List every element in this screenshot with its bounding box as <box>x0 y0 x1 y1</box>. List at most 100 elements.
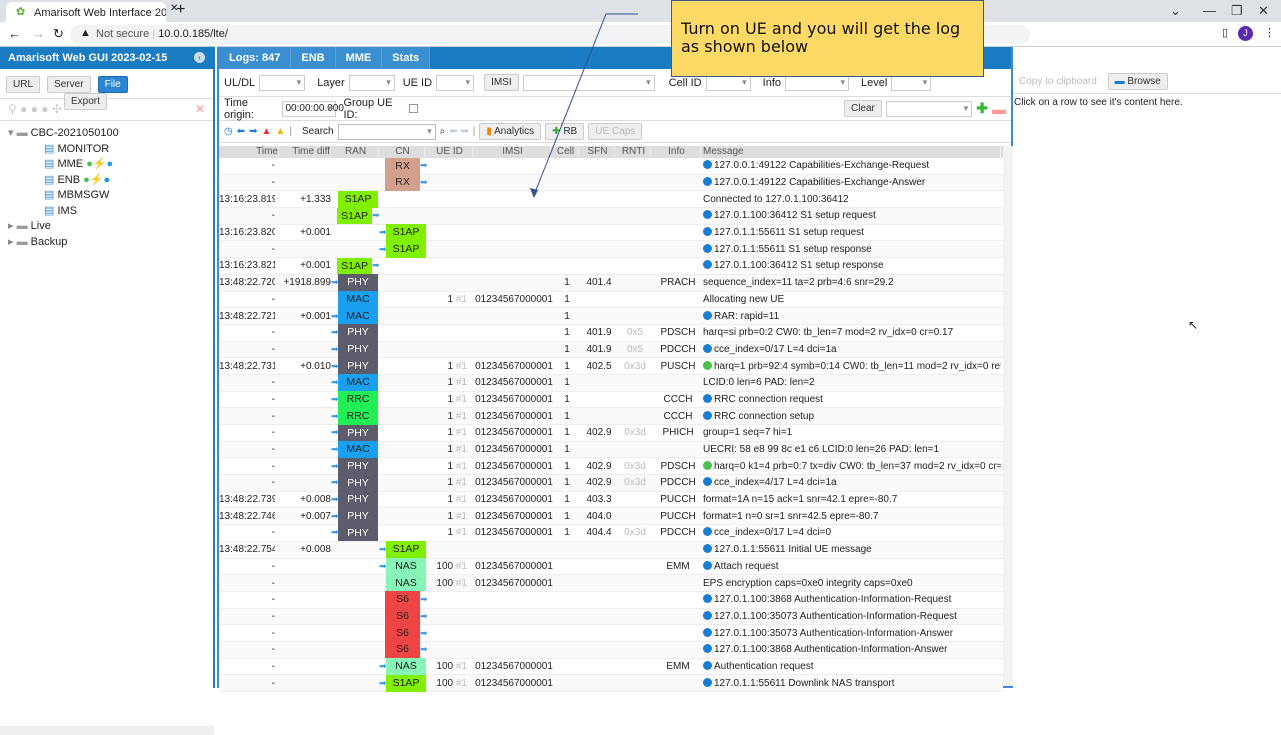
delete-icon[interactable]: ✕ <box>195 102 205 116</box>
ueid-select[interactable] <box>436 74 475 91</box>
table-row[interactable]: - ➡ RRC 1 #1 01234567000001 1 CCCH RRC connecti… <box>219 407 1003 425</box>
column-header[interactable]: RAN <box>331 146 379 158</box>
uecaps-button[interactable]: UE Caps <box>588 123 643 140</box>
column-header[interactable]: SFN <box>579 146 615 158</box>
sidepanel-icon[interactable]: ▯ <box>1222 26 1228 39</box>
table-row[interactable]: - S6 ➡ 127.0.1.100:3868 Authentication-Inf… <box>219 641 1003 659</box>
table-row[interactable]: - ➡ PHY 1 401.9 0x5 PDSCH harq=si prb=0:2 CW0:… <box>219 324 1003 342</box>
table-row[interactable]: 13:48:22.754 +0.008 ➡ S1AP 127.0.1.1:55611 … <box>219 541 1003 559</box>
tab-enb[interactable]: ENB <box>291 47 336 69</box>
filter-preset-select[interactable] <box>885 100 973 117</box>
table-row[interactable]: - RX ➡ 127.0.0.1:49122 Capabilities-Exchan… <box>219 174 1003 192</box>
table-row[interactable]: - MAC 1 #1 01234567000001 1 Allocating new UE <box>219 291 1003 309</box>
tree-item[interactable]: ▤ MME ●⚡● <box>0 156 213 172</box>
browser-tab[interactable]: ✿ Amarisoft Web Interface 2023-02 <box>6 2 166 22</box>
table-row[interactable]: 13:48:22.721 +0.001 ➡ MAC 1 RAR: rapid=11 <box>219 307 1003 325</box>
tab-logs[interactable]: Logs: 847 <box>219 47 292 69</box>
table-row[interactable]: - ➡ MAC 1 #1 01234567000001 1 LCID:0 len=6 PAD… <box>219 374 1003 392</box>
table-row[interactable]: 13:48:22.739 +0.008 ➡ PHY 1 #1 01234567000001… <box>219 491 1003 509</box>
column-header[interactable]: Cell <box>551 146 579 158</box>
warn-icon[interactable]: ▲ <box>275 126 285 137</box>
time-origin-input[interactable]: 00:00:00.000 <box>281 100 344 117</box>
table-row[interactable]: - ➡ PHY 1 #1 01234567000001 1 402.9 0x3d PDCCH cc… <box>219 474 1003 492</box>
export-button[interactable]: Export <box>64 93 107 110</box>
tree-item[interactable]: ▸ ▬ Backup <box>0 234 213 250</box>
tab-stats[interactable]: Stats <box>382 47 431 69</box>
table-row[interactable]: 13:16:23.819 +1.333 S1AP Connected to 127.… <box>219 190 1003 209</box>
binoculars-icon[interactable]: ⌕ <box>440 126 446 137</box>
next-icon[interactable]: ➡ <box>249 126 257 137</box>
clock-icon[interactable]: ◷ <box>224 126 233 137</box>
imsi-button[interactable]: IMSI <box>484 74 519 91</box>
error-icon[interactable]: ▲ <box>262 126 272 137</box>
table-row[interactable]: - ➡ PHY 1 401.9 0x5 PDCCH cce_index=0/17 L=4 d… <box>219 341 1003 359</box>
table-row[interactable]: - ➡ PHY 1 #1 01234567000001 1 402.9 0x3d PDSCH ha… <box>219 457 1003 476</box>
table-row[interactable]: - S6 ➡ 127.0.1.100:35073 Authentication-In… <box>219 608 1003 626</box>
expand-icon[interactable]: ▸ <box>8 220 17 232</box>
table-row[interactable]: - ➡ PHY 1 #1 01234567000001 1 402.9 0x3d PHICH gr… <box>219 424 1003 442</box>
vertical-scrollbar[interactable] <box>1003 146 1013 686</box>
browse-button[interactable]: ▬ Browse <box>1107 73 1168 90</box>
column-header[interactable]: RNTI <box>615 146 651 158</box>
file-button[interactable]: File <box>97 76 128 93</box>
table-row[interactable]: - ➡ MAC 1 #1 01234567000001 1 UECRI: 58 e8 99 … <box>219 441 1003 459</box>
server-button[interactable]: Server <box>47 76 91 93</box>
avatar[interactable]: J <box>1238 26 1253 41</box>
clear-button[interactable]: Clear <box>843 100 882 117</box>
table-row[interactable]: - ➡ NAS 100 #1 01234567000001 EMM Authenticati… <box>219 658 1003 676</box>
new-tab-button[interactable]: + <box>176 1 185 19</box>
analytics-button[interactable]: ▮ Analytics <box>479 123 542 140</box>
search-input[interactable] <box>337 123 436 140</box>
table-row[interactable]: 13:16:23.820 +0.001 ➡ S1AP 127.0.1.1:55611 … <box>219 224 1003 242</box>
tab-search-icon[interactable]: ⌄ <box>1170 3 1181 19</box>
url-button[interactable]: URL <box>6 76 41 93</box>
table-row[interactable]: - NAS 100 #1 01234567000001 EPS encryption c… <box>219 574 1003 592</box>
prev-icon[interactable]: ⬅ <box>237 126 245 137</box>
column-header[interactable]: Info <box>651 146 701 158</box>
table-row[interactable]: 13:48:22.720 +1918.899 ➡ PHY 1 401.4 PRACH seq… <box>219 274 1003 292</box>
column-header[interactable]: Time diff <box>279 146 331 158</box>
forward-icon[interactable]: → <box>32 26 45 41</box>
column-header[interactable]: CN <box>379 146 425 158</box>
expand-icon[interactable]: ▸ <box>8 236 17 248</box>
table-row[interactable]: - ➡ S1AP 100 #1 01234567000001 127.0.1.1:5561… <box>219 674 1003 692</box>
table-row[interactable]: - ➡ PHY 1 #1 01234567000001 1 404.4 0x3d PDCCH cc… <box>219 524 1003 542</box>
tree-item[interactable]: ▸ ▬ Live <box>0 218 213 234</box>
tree-item[interactable]: ▤ ENB ●⚡● <box>0 172 213 188</box>
column-header[interactable]: UE ID <box>425 146 473 158</box>
remove-icon[interactable]: ▬ <box>992 101 1006 117</box>
uldl-select[interactable] <box>259 74 306 91</box>
tab-mme[interactable]: MME <box>335 47 383 69</box>
back-icon[interactable]: ← <box>8 26 21 41</box>
table-row[interactable]: - ➡ RRC 1 #1 01234567000001 1 CCCH RRC connecti… <box>219 391 1003 409</box>
tree-item[interactable]: ▤ MBMSGW <box>0 187 213 203</box>
add-icon[interactable]: ✚ <box>976 100 988 117</box>
table-row[interactable]: - ➡ NAS 100 #1 01234567000001 EMM Attach reque… <box>219 558 1003 576</box>
column-header[interactable]: Message <box>701 146 1001 158</box>
minimize-button[interactable]: — <box>1203 3 1216 18</box>
close-window-button[interactable]: ✕ <box>1258 3 1269 19</box>
table-row[interactable]: - S1AP ➡ 127.0.1.100:36412 S1 setup reques… <box>219 207 1003 225</box>
table-row[interactable]: - ➡ S1AP 127.0.1.1:55611 S1 setup response <box>219 240 1003 259</box>
menu-icon[interactable]: ⋮ <box>1264 26 1275 39</box>
imsi-select[interactable] <box>522 74 655 91</box>
column-header[interactable]: IMSI <box>473 146 551 158</box>
expand-icon[interactable]: ▾ <box>8 127 17 139</box>
table-row[interactable]: - RX ➡ 127.0.0.1:49122 Capabilities-Exchan… <box>219 157 1003 175</box>
tree-item[interactable]: ▤ IMS <box>0 203 213 219</box>
rb-button[interactable]: ✚ RB <box>545 123 585 140</box>
layer-select[interactable] <box>348 74 395 91</box>
horizontal-scrollbar[interactable] <box>0 726 214 735</box>
collapse-icon[interactable]: ‹ <box>194 52 205 63</box>
table-row[interactable]: 13:16:23.821 +0.001 S1AP ➡ 127.0.1.100:3641… <box>219 257 1003 275</box>
copy-clipboard-button[interactable]: Copy to clipboard <box>1019 76 1097 87</box>
reload-icon[interactable]: ↻ <box>53 26 64 42</box>
column-header[interactable]: Time <box>219 146 279 158</box>
table-row[interactable]: - S6 ➡ 127.0.1.100:35073 Authentication-In… <box>219 624 1003 642</box>
tree-item[interactable]: ▤ MONITOR <box>0 141 213 157</box>
tree-item[interactable]: ▾ ▬ CBC-2021050100 <box>0 125 213 141</box>
table-row[interactable]: - S6 ➡ 127.0.1.100:3868 Authentication-Inf… <box>219 591 1003 609</box>
group-ue-checkbox[interactable] <box>409 104 418 113</box>
table-row[interactable]: 13:48:22.746 +0.007 ➡ PHY 1 #1 01234567000001… <box>219 507 1003 526</box>
search-prev-icon[interactable]: ⬅ ➡ <box>449 126 469 137</box>
